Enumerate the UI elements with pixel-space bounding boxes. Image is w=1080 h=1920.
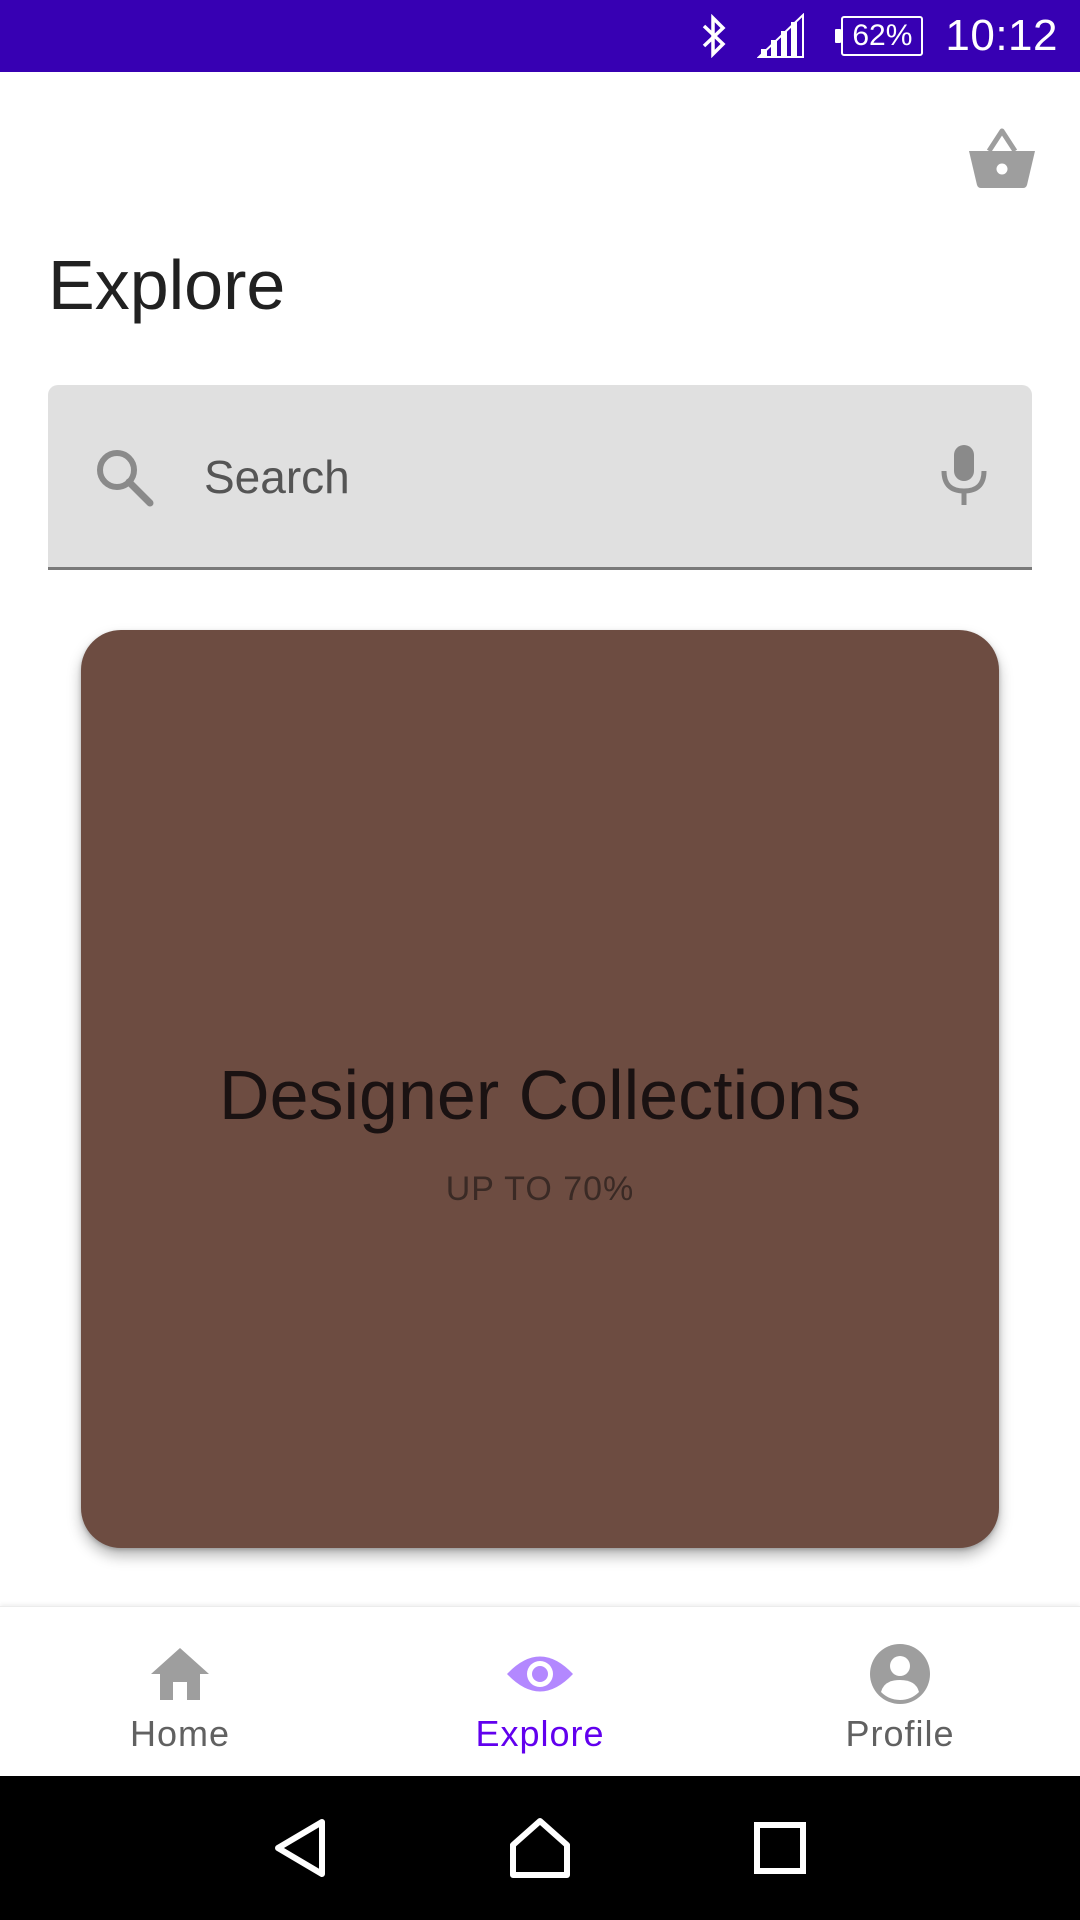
page-title: Explore	[48, 246, 286, 324]
account-circle-icon	[865, 1639, 935, 1709]
nav-label-home: Home	[129, 1713, 231, 1754]
nav-label-profile: Profile	[845, 1713, 955, 1754]
nav-item-explore[interactable]: Explore	[360, 1607, 720, 1776]
search-field[interactable]: Search	[48, 385, 1032, 570]
mic-icon[interactable]	[934, 441, 994, 511]
promo-title: Designer Collections	[219, 1056, 861, 1134]
home-circle-icon[interactable]	[500, 1808, 580, 1888]
recents-icon[interactable]	[740, 1808, 820, 1888]
home-icon	[145, 1639, 215, 1709]
search-input[interactable]: Search	[204, 447, 350, 507]
search-icon[interactable]	[90, 443, 160, 513]
back-icon[interactable]	[260, 1808, 340, 1888]
nav-item-home[interactable]: Home	[0, 1607, 360, 1776]
cell-signal-icon	[757, 13, 805, 59]
bluetooth-icon	[699, 14, 729, 58]
battery-icon: 62%	[835, 16, 924, 56]
shopping-basket-icon	[969, 128, 1035, 188]
bottom-navigation: Home Explore Profile	[0, 1606, 1080, 1776]
status-time: 10:12	[945, 11, 1058, 60]
eye-icon	[505, 1639, 575, 1709]
nav-item-profile[interactable]: Profile	[720, 1607, 1080, 1776]
cart-button[interactable]	[964, 120, 1040, 196]
battery-level: 62%	[852, 19, 913, 52]
system-navigation-bar	[0, 1776, 1080, 1920]
promo-card[interactable]: Designer Collections UP TO 70%	[81, 630, 999, 1548]
promo-subtitle: UP TO 70%	[445, 1170, 635, 1208]
status-bar: 62% 10:12	[0, 0, 1080, 72]
nav-label-explore: Explore	[475, 1713, 605, 1754]
explore-screen: 62% 10:12 Explore Search Designer Collec…	[0, 0, 1080, 1920]
